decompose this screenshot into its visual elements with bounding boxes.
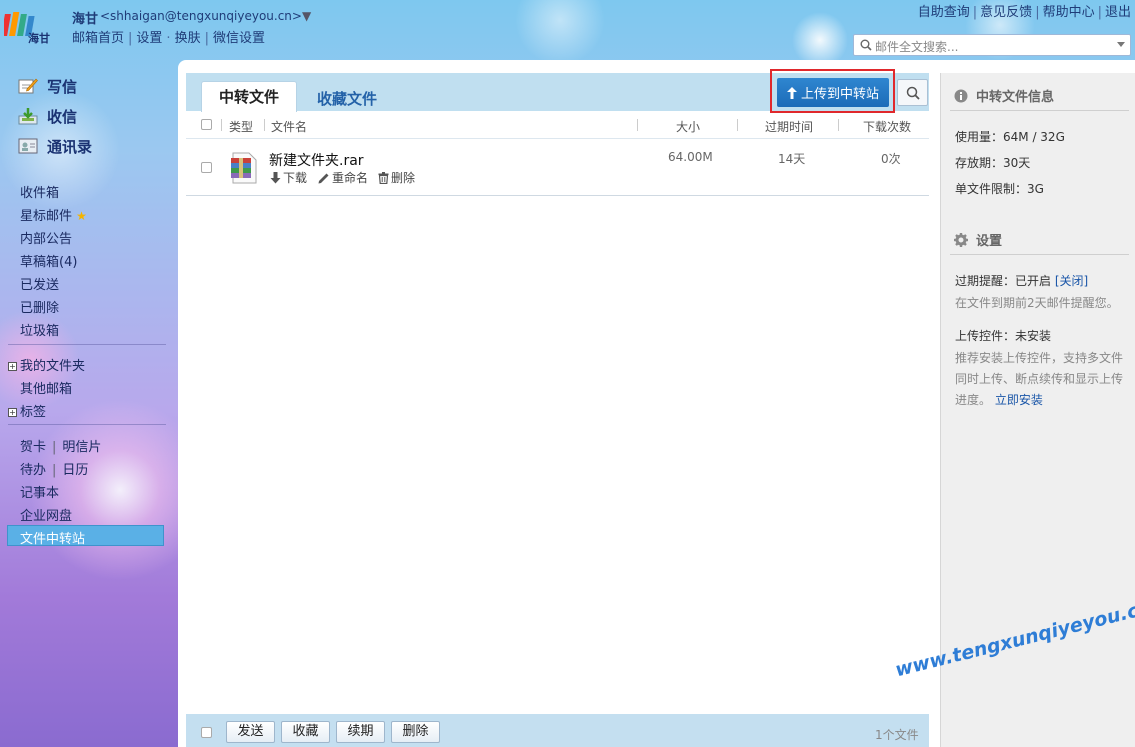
tab-transfer-files[interactable]: 中转文件 xyxy=(201,81,297,112)
star-icon: ★ xyxy=(76,209,87,223)
contacts-button[interactable]: 通讯录 xyxy=(18,134,92,158)
search-placeholder: 邮件全文搜索... xyxy=(875,40,959,54)
tool-greeting-card[interactable]: 贺卡 xyxy=(20,440,46,455)
col-type: 类型 xyxy=(229,120,254,134)
tools-row-1: 贺卡 | 明信片 xyxy=(20,440,102,455)
logo: 海甘 xyxy=(1,8,60,45)
settings-title: 设置 xyxy=(954,230,1002,249)
sidebar-divider xyxy=(8,344,166,345)
upload-button[interactable]: 上传到中转站 xyxy=(777,78,889,107)
col-downloads[interactable]: 下载次数 xyxy=(863,118,911,135)
file-expires: 14天 xyxy=(778,152,806,166)
col-expires[interactable]: 过期时间 xyxy=(765,118,813,135)
info-title: 中转文件信息 xyxy=(954,86,1054,105)
mail-search-input[interactable]: 邮件全文搜索... xyxy=(853,34,1131,56)
compose-icon xyxy=(18,78,38,94)
link-settings[interactable]: 设置 xyxy=(136,31,162,46)
rename-action[interactable]: 重命名 xyxy=(318,169,368,186)
user-name: 海甘 xyxy=(72,12,99,27)
search-icon xyxy=(906,86,920,100)
plugin-desc: 推荐安装上传控件，支持多文件同时上传、断点续传和显示上传进度。 立即安装 xyxy=(955,351,1124,407)
link-wechat-settings[interactable]: 微信设置 xyxy=(213,31,265,46)
tool-transfer[interactable]: 文件中转站 xyxy=(20,528,85,547)
tab-favorite-files[interactable]: 收藏文件 xyxy=(317,88,377,109)
header-links: 邮箱首页 | 设置 · 换肤 | 微信设置 xyxy=(72,31,265,46)
expand-icon[interactable]: + xyxy=(8,362,17,371)
gear-icon xyxy=(954,232,968,247)
link-mail-home[interactable]: 邮箱首页 xyxy=(72,31,124,46)
tool-notebook[interactable]: 记事本 xyxy=(20,482,59,501)
folder-sent[interactable]: 已发送 xyxy=(20,274,59,293)
inbox-download-icon xyxy=(18,108,38,125)
file-limit-text: 单文件限制：3G xyxy=(955,182,1044,196)
folder-inbox[interactable]: 收件箱 xyxy=(20,182,59,201)
renew-button[interactable]: 续期 xyxy=(336,721,385,743)
tags[interactable]: + 标签 xyxy=(8,401,46,420)
install-link[interactable]: 立即安装 xyxy=(995,393,1043,407)
folder-starred[interactable]: 星标邮件 ★ xyxy=(20,205,87,224)
chevron-down-icon[interactable] xyxy=(1117,42,1125,47)
upload-arrow-icon xyxy=(786,86,797,99)
close-reminder-link[interactable]: [关闭] xyxy=(1055,274,1088,288)
usage-text: 使用量：64M / 32G xyxy=(955,130,1065,144)
download-icon xyxy=(270,171,281,183)
folder-deleted[interactable]: 已删除 xyxy=(20,297,59,316)
download-action[interactable]: 下载 xyxy=(270,169,307,186)
expiry-desc: 在文件到期前2天邮件提醒您。 xyxy=(955,296,1119,310)
pencil-icon xyxy=(318,173,329,183)
file-size: 64.00M xyxy=(668,150,713,164)
trash-icon xyxy=(378,171,389,184)
folder-announcements[interactable]: 内部公告 xyxy=(20,228,72,247)
tool-postcard[interactable]: 明信片 xyxy=(62,440,101,455)
plugin-status: 上传控件：未安装 xyxy=(955,329,1052,343)
info-icon xyxy=(954,89,968,102)
file-search-button[interactable] xyxy=(897,79,928,106)
folder-spam[interactable]: 垃圾箱 xyxy=(20,320,59,339)
select-all-checkbox-bottom[interactable] xyxy=(201,727,212,738)
retention-text: 存放期：30天 xyxy=(955,156,1031,170)
rar-file-icon xyxy=(231,152,257,184)
link-help[interactable]: 帮助中心 xyxy=(1043,5,1095,20)
tool-calendar[interactable]: 日历 xyxy=(62,463,88,478)
sidebar-divider xyxy=(8,424,166,425)
search-icon xyxy=(860,39,872,51)
delete-action[interactable]: 删除 xyxy=(378,169,415,186)
delete-button[interactable]: 删除 xyxy=(391,721,440,743)
send-button[interactable]: 发送 xyxy=(226,721,275,743)
other-mailboxes[interactable]: 其他邮箱 xyxy=(20,378,72,397)
compose-button[interactable]: 写信 xyxy=(18,74,77,98)
tool-netdisk[interactable]: 企业网盘 xyxy=(20,505,72,524)
file-downloads: 0次 xyxy=(881,152,901,166)
col-size[interactable]: 大小 xyxy=(676,118,700,135)
receive-button[interactable]: 收信 xyxy=(18,104,77,128)
expiry-reminder: 过期提醒：已开启 [关闭] xyxy=(955,274,1089,288)
expand-icon[interactable]: + xyxy=(8,408,17,417)
svg-text:海甘: 海甘 xyxy=(28,31,50,44)
link-skin[interactable]: 换肤 xyxy=(175,31,201,46)
file-name[interactable]: 新建文件夹.rar xyxy=(269,150,364,170)
top-links: 自助查询 | 意见反馈 | 帮助中心 | 退出 xyxy=(917,5,1131,20)
row-checkbox[interactable] xyxy=(201,162,212,173)
link-feedback[interactable]: 意见反馈 xyxy=(980,5,1032,20)
col-filename[interactable]: 文件名 xyxy=(271,118,307,135)
contacts-icon xyxy=(18,138,38,154)
link-logout[interactable]: 退出 xyxy=(1105,5,1131,20)
favorite-button[interactable]: 收藏 xyxy=(281,721,330,743)
user-email[interactable]: <shhaigan@tengxunqiyeyou.cn>▼ xyxy=(100,9,311,23)
my-folders[interactable]: + 我的文件夹 xyxy=(8,355,85,374)
link-self-service[interactable]: 自助查询 xyxy=(918,5,970,20)
select-all-checkbox[interactable] xyxy=(201,119,212,130)
tools-row-2: 待办 | 日历 xyxy=(20,463,89,478)
folder-drafts[interactable]: 草稿箱(4) xyxy=(20,251,77,270)
file-count: 1个文件 xyxy=(875,728,919,742)
tool-todo[interactable]: 待办 xyxy=(20,463,46,478)
